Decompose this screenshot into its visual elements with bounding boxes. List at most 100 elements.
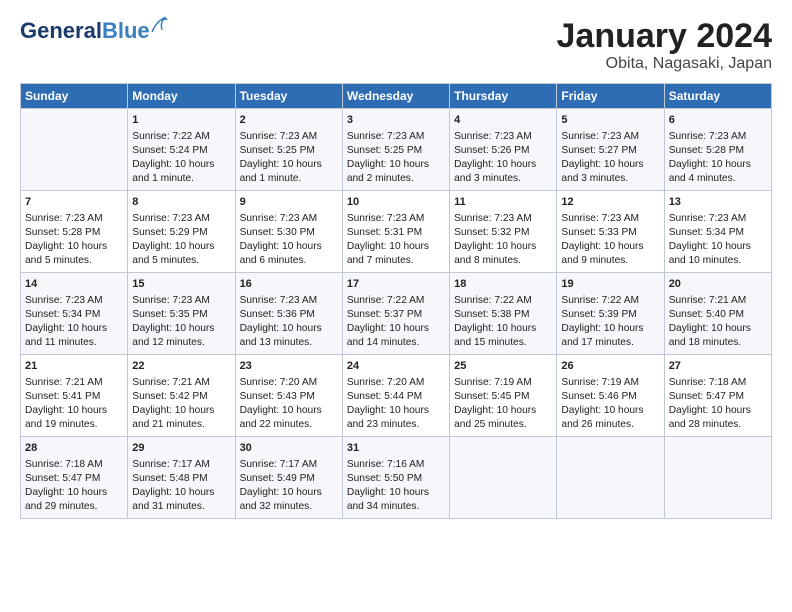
day-info-line: Daylight: 10 hours (347, 322, 445, 336)
header: GeneralBlue January 2024 Obita, Nagasaki… (20, 18, 772, 73)
calendar-week-row: 14Sunrise: 7:23 AMSunset: 5:34 PMDayligh… (21, 273, 772, 355)
day-info-line: and 14 minutes. (347, 336, 445, 350)
day-info-line: Daylight: 10 hours (347, 486, 445, 500)
day-info-line: and 22 minutes. (240, 418, 338, 432)
day-number: 27 (669, 359, 767, 374)
table-cell: 19Sunrise: 7:22 AMSunset: 5:39 PMDayligh… (557, 273, 664, 355)
day-number: 2 (240, 113, 338, 128)
day-info-line: Sunrise: 7:18 AM (669, 376, 767, 390)
day-info-line: Daylight: 10 hours (240, 240, 338, 254)
day-info-line: and 4 minutes. (669, 172, 767, 186)
day-info-line: Daylight: 10 hours (347, 240, 445, 254)
table-cell: 14Sunrise: 7:23 AMSunset: 5:34 PMDayligh… (21, 273, 128, 355)
table-cell: 10Sunrise: 7:23 AMSunset: 5:31 PMDayligh… (342, 191, 449, 273)
day-info-line: and 28 minutes. (669, 418, 767, 432)
day-info-line: and 32 minutes. (240, 500, 338, 514)
day-info-line: Sunset: 5:41 PM (25, 390, 123, 404)
day-info-line: Daylight: 10 hours (240, 486, 338, 500)
day-info-line: Sunset: 5:30 PM (240, 226, 338, 240)
day-number: 11 (454, 195, 552, 210)
table-cell: 21Sunrise: 7:21 AMSunset: 5:41 PMDayligh… (21, 355, 128, 437)
day-number: 17 (347, 277, 445, 292)
day-info-line: and 31 minutes. (132, 500, 230, 514)
col-tuesday: Tuesday (235, 84, 342, 109)
day-info-line: Sunrise: 7:22 AM (454, 294, 552, 308)
day-info-line: and 3 minutes. (561, 172, 659, 186)
day-number: 24 (347, 359, 445, 374)
table-cell (21, 109, 128, 191)
day-info-line: Daylight: 10 hours (669, 240, 767, 254)
day-info-line: Sunrise: 7:22 AM (347, 294, 445, 308)
table-cell: 9Sunrise: 7:23 AMSunset: 5:30 PMDaylight… (235, 191, 342, 273)
day-info-line: and 5 minutes. (132, 254, 230, 268)
day-info-line: Daylight: 10 hours (240, 322, 338, 336)
day-info-line: Sunset: 5:42 PM (132, 390, 230, 404)
page: GeneralBlue January 2024 Obita, Nagasaki… (0, 0, 792, 612)
day-number: 15 (132, 277, 230, 292)
day-number: 30 (240, 441, 338, 456)
day-info-line: Daylight: 10 hours (454, 404, 552, 418)
day-info-line: Sunset: 5:47 PM (25, 472, 123, 486)
day-info-line: Sunset: 5:36 PM (240, 308, 338, 322)
day-number: 10 (347, 195, 445, 210)
day-info-line: Sunrise: 7:23 AM (347, 212, 445, 226)
day-info-line: and 26 minutes. (561, 418, 659, 432)
calendar-subtitle: Obita, Nagasaki, Japan (557, 55, 773, 73)
day-info-line: and 7 minutes. (347, 254, 445, 268)
day-info-line: Daylight: 10 hours (132, 240, 230, 254)
table-cell: 12Sunrise: 7:23 AMSunset: 5:33 PMDayligh… (557, 191, 664, 273)
day-info-line: Sunrise: 7:22 AM (561, 294, 659, 308)
day-info-line: Sunrise: 7:23 AM (240, 294, 338, 308)
day-info-line: Sunrise: 7:19 AM (561, 376, 659, 390)
day-info-line: Sunrise: 7:21 AM (132, 376, 230, 390)
day-info-line: and 19 minutes. (25, 418, 123, 432)
day-info-line: Sunrise: 7:23 AM (25, 212, 123, 226)
day-info-line: Sunset: 5:37 PM (347, 308, 445, 322)
day-info-line: Sunset: 5:28 PM (25, 226, 123, 240)
day-info-line: Sunset: 5:48 PM (132, 472, 230, 486)
table-cell: 26Sunrise: 7:19 AMSunset: 5:46 PMDayligh… (557, 355, 664, 437)
table-cell: 25Sunrise: 7:19 AMSunset: 5:45 PMDayligh… (450, 355, 557, 437)
day-info-line: Sunset: 5:40 PM (669, 308, 767, 322)
day-info-line: and 25 minutes. (454, 418, 552, 432)
day-info-line: and 12 minutes. (132, 336, 230, 350)
table-cell: 29Sunrise: 7:17 AMSunset: 5:48 PMDayligh… (128, 437, 235, 519)
day-info-line: Daylight: 10 hours (454, 158, 552, 172)
table-cell: 22Sunrise: 7:21 AMSunset: 5:42 PMDayligh… (128, 355, 235, 437)
day-info-line: and 3 minutes. (454, 172, 552, 186)
table-cell: 15Sunrise: 7:23 AMSunset: 5:35 PMDayligh… (128, 273, 235, 355)
col-friday: Friday (557, 84, 664, 109)
logo-bird-icon (150, 14, 168, 36)
day-info-line: Sunset: 5:26 PM (454, 144, 552, 158)
day-info-line: Sunset: 5:47 PM (669, 390, 767, 404)
day-info-line: Sunset: 5:25 PM (240, 144, 338, 158)
day-info-line: and 23 minutes. (347, 418, 445, 432)
day-info-line: Daylight: 10 hours (347, 158, 445, 172)
day-info-line: Sunset: 5:38 PM (454, 308, 552, 322)
table-cell: 4Sunrise: 7:23 AMSunset: 5:26 PMDaylight… (450, 109, 557, 191)
day-info-line: and 15 minutes. (454, 336, 552, 350)
day-number: 31 (347, 441, 445, 456)
table-cell: 11Sunrise: 7:23 AMSunset: 5:32 PMDayligh… (450, 191, 557, 273)
table-cell (557, 437, 664, 519)
day-info-line: Sunrise: 7:22 AM (132, 130, 230, 144)
day-info-line: and 11 minutes. (25, 336, 123, 350)
day-number: 3 (347, 113, 445, 128)
day-info-line: Sunrise: 7:23 AM (347, 130, 445, 144)
day-info-line: Sunrise: 7:19 AM (454, 376, 552, 390)
day-info-line: Sunrise: 7:21 AM (669, 294, 767, 308)
day-info-line: Sunrise: 7:23 AM (454, 130, 552, 144)
day-number: 18 (454, 277, 552, 292)
day-info-line: and 8 minutes. (454, 254, 552, 268)
day-info-line: and 13 minutes. (240, 336, 338, 350)
day-info-line: Sunset: 5:50 PM (347, 472, 445, 486)
day-number: 26 (561, 359, 659, 374)
col-thursday: Thursday (450, 84, 557, 109)
day-info-line: Sunrise: 7:17 AM (132, 458, 230, 472)
day-info-line: Sunrise: 7:23 AM (669, 130, 767, 144)
day-info-line: Daylight: 10 hours (561, 322, 659, 336)
day-info-line: and 9 minutes. (561, 254, 659, 268)
day-info-line: Sunrise: 7:23 AM (561, 130, 659, 144)
day-info-line: Sunrise: 7:23 AM (132, 212, 230, 226)
day-info-line: Sunrise: 7:20 AM (347, 376, 445, 390)
